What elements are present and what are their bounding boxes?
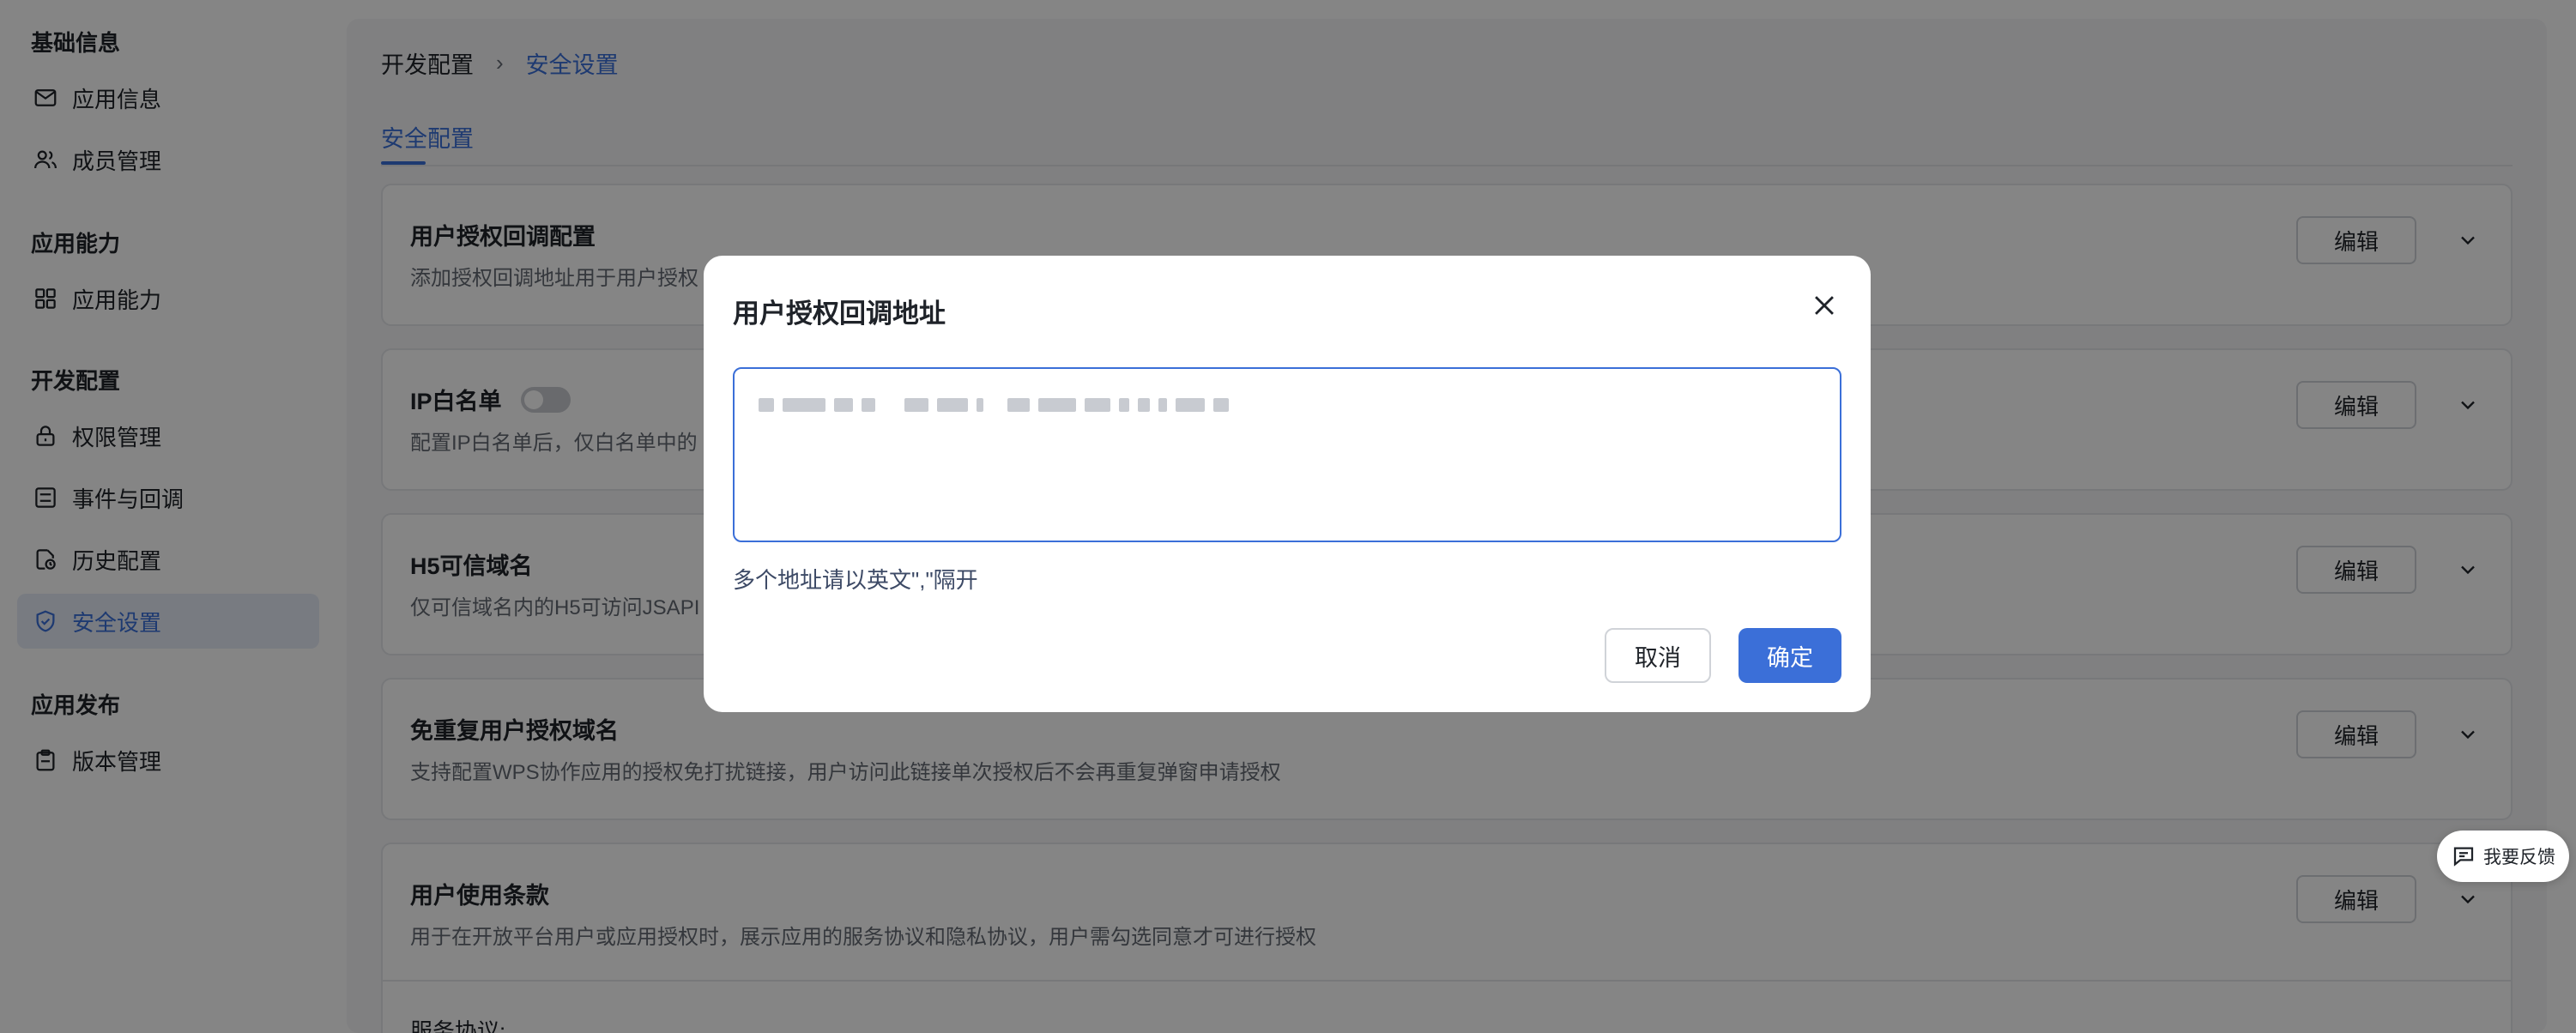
confirm-button[interactable]: 确定: [1738, 628, 1841, 683]
feedback-label: 我要反馈: [2483, 848, 2555, 867]
cancel-button[interactable]: 取消: [1605, 628, 1711, 683]
feedback-icon: [2453, 847, 2474, 867]
dialog-title: 用户授权回调地址: [733, 299, 946, 329]
callback-url-input[interactable]: [733, 367, 1841, 542]
callback-url-dialog: 用户授权回调地址 多个地址请以英文","隔开 取消 确定: [704, 256, 1871, 712]
feedback-button[interactable]: 我要反馈: [2437, 831, 2569, 882]
input-hint: 多个地址请以英文","隔开: [733, 567, 978, 593]
redacted-url-text: [759, 398, 1229, 412]
close-icon[interactable]: [1809, 290, 1840, 321]
